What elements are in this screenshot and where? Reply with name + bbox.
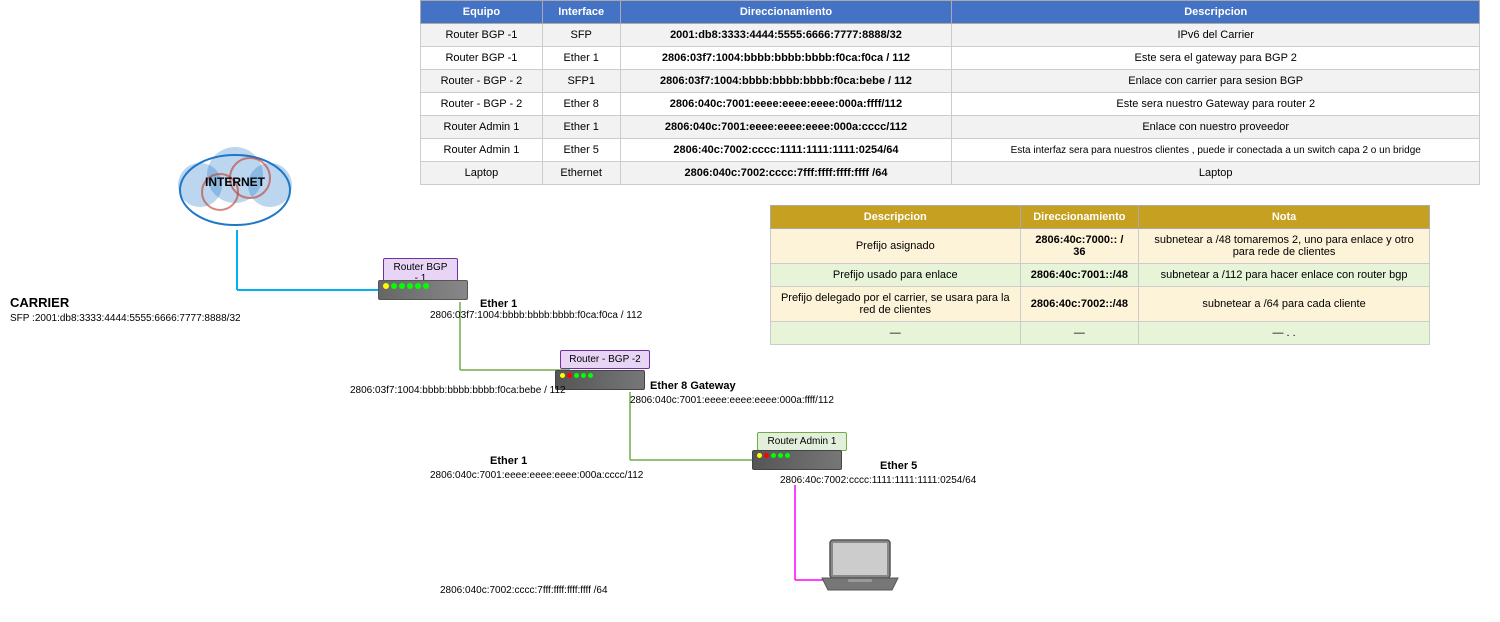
- lower-cell-nota: subnetear a /112 para hacer enlace con r…: [1139, 264, 1430, 287]
- ether8-label: Ether 8 Gateway: [650, 380, 736, 392]
- table-cell-equipo: Router BGP -1: [421, 47, 543, 70]
- col-equipo: Equipo: [421, 1, 543, 24]
- table-cell-descripcion: Este sera nuestro Gateway para router 2: [952, 93, 1480, 116]
- router-bgp2-icon: [555, 370, 645, 390]
- ether1-admin1-addr: 2806:040c:7001:eeee:eeee:eeee:000a:cccc/…: [430, 470, 643, 481]
- laptop-addr: 2806:040c:7002:cccc:7fff:ffff:ffff:ffff …: [440, 585, 608, 596]
- col-direccionamiento: Direccionamiento: [620, 1, 952, 24]
- table-row: Router Admin 1Ether 12806:040c:7001:eeee…: [421, 116, 1480, 139]
- table-cell-interface: Ether 1: [542, 47, 620, 70]
- table-cell-equipo: Laptop: [421, 162, 543, 185]
- table-cell-interface: SFP: [542, 24, 620, 47]
- table-cell-direccionamiento: 2806:03f7:1004:bbbb:bbbb:bbbb:f0ca:bebe …: [620, 70, 952, 93]
- router-admin1-icon: [752, 450, 842, 470]
- lower-cell-direccionamiento: 2806:40c:7002::/48: [1020, 287, 1139, 322]
- table-row: Router - BGP - 2Ether 82806:040c:7001:ee…: [421, 93, 1480, 116]
- table-cell-interface: Ether 8: [542, 93, 620, 116]
- lower-table-row: Prefijo delegado por el carrier, se usar…: [771, 287, 1430, 322]
- table-cell-equipo: Router Admin 1: [421, 139, 543, 162]
- carrier-label: CARRIER: [10, 295, 69, 310]
- router-bgp1-icon: [378, 280, 468, 300]
- table-cell-descripcion: Laptop: [952, 162, 1480, 185]
- table-cell-interface: Ethernet: [542, 162, 620, 185]
- lower-cell-nota: subnetear a /64 para cada cliente: [1139, 287, 1430, 322]
- ether1-bgp1-addr: 2806:03f7:1004:bbbb:bbbb:bbbb:f0ca:f0ca …: [430, 310, 642, 321]
- lower-table-row: Prefijo usado para enlace2806:40c:7001::…: [771, 264, 1430, 287]
- lower-cell-direccionamiento: —: [1020, 322, 1139, 345]
- table-cell-descripcion: Enlace con nuestro proveedor: [952, 116, 1480, 139]
- router-admin1-box: Router Admin 1: [757, 432, 847, 451]
- lower-cell-nota: — . .: [1139, 322, 1430, 345]
- table-cell-direccionamiento: 2806:40c:7002:cccc:1111:1111:1111:0254/6…: [620, 139, 952, 162]
- table-cell-equipo: Router - BGP - 2: [421, 70, 543, 93]
- carrier-sfp: SFP :2001:db8:3333:4444:5555:6666:7777:8…: [10, 313, 241, 324]
- lower-col-dir: Direccionamiento: [1020, 206, 1139, 229]
- table-cell-descripcion: Este sera el gateway para BGP 2: [952, 47, 1480, 70]
- table-cell-direccionamiento: 2806:040c:7002:cccc:7fff:ffff:ffff:ffff …: [620, 162, 952, 185]
- table-row: Router - BGP - 2SFP12806:03f7:1004:bbbb:…: [421, 70, 1480, 93]
- lower-col-nota: Nota: [1139, 206, 1430, 229]
- table-cell-interface: SFP1: [542, 70, 620, 93]
- table-cell-descripcion: Enlace con carrier para sesion BGP: [952, 70, 1480, 93]
- table-row: Router Admin 1Ether 52806:40c:7002:cccc:…: [421, 139, 1480, 162]
- ether8-addr: 2806:040c:7001:eeee:eeee:eeee:000a:ffff/…: [630, 395, 834, 406]
- lower-cell-direccionamiento: 2806:40c:7001::/48: [1020, 264, 1139, 287]
- sfp1-addr: 2806:03f7:1004:bbbb:bbbb:bbbb:f0ca:bebe …: [350, 385, 566, 396]
- table-cell-equipo: Router Admin 1: [421, 116, 543, 139]
- table-cell-descripcion: IPv6 del Carrier: [952, 24, 1480, 47]
- table-cell-direccionamiento: 2806:03f7:1004:bbbb:bbbb:bbbb:f0ca:f0ca …: [620, 47, 952, 70]
- lower-col-desc: Descripcion: [771, 206, 1021, 229]
- router-bgp2-box: Router - BGP -2: [560, 350, 650, 369]
- lower-table-row: ——— . .: [771, 322, 1430, 345]
- table-cell-direccionamiento: 2806:040c:7001:eeee:eeee:eeee:000a:cccc/…: [620, 116, 952, 139]
- table-cell-direccionamiento: 2806:040c:7001:eeee:eeee:eeee:000a:ffff/…: [620, 93, 952, 116]
- laptop-icon: [820, 535, 900, 598]
- lower-cell-nota: subnetear a /48 tomaremos 2, uno para en…: [1139, 229, 1430, 264]
- lower-cell-descripcion: Prefijo asignado: [771, 229, 1021, 264]
- table-row: Router BGP -1SFP2001:db8:3333:4444:5555:…: [421, 24, 1480, 47]
- table-row: LaptopEthernet2806:040c:7002:cccc:7fff:f…: [421, 162, 1480, 185]
- ether5-addr: 2806:40c:7002:cccc:1111:1111:1111:0254/6…: [780, 475, 976, 486]
- table-row: Router BGP -1Ether 12806:03f7:1004:bbbb:…: [421, 47, 1480, 70]
- internet-label: INTERNET: [170, 175, 300, 189]
- table-cell-descripcion: Esta interfaz sera para nuestros cliente…: [952, 139, 1480, 162]
- lower-cell-descripcion: —: [771, 322, 1021, 345]
- internet-cloud: INTERNET: [170, 140, 300, 233]
- main-table: Equipo Interface Direccionamiento Descri…: [420, 0, 1480, 185]
- main-table-section: Equipo Interface Direccionamiento Descri…: [420, 0, 1480, 185]
- ether1-admin1-label: Ether 1: [490, 455, 527, 467]
- lower-table: Descripcion Direccionamiento Nota Prefij…: [770, 205, 1430, 345]
- lower-cell-descripcion: Prefijo delegado por el carrier, se usar…: [771, 287, 1021, 322]
- table-cell-equipo: Router BGP -1: [421, 24, 543, 47]
- lower-cell-direccionamiento: 2806:40c:7000:: / 36: [1020, 229, 1139, 264]
- table-cell-interface: Ether 5: [542, 139, 620, 162]
- ether1-bgp1-label: Ether 1: [480, 298, 517, 310]
- col-descripcion: Descripcion: [952, 1, 1480, 24]
- table-cell-direccionamiento: 2001:db8:3333:4444:5555:6666:7777:8888/3…: [620, 24, 952, 47]
- lower-table-row: Prefijo asignado2806:40c:7000:: / 36subn…: [771, 229, 1430, 264]
- ether5-label: Ether 5: [880, 460, 917, 472]
- table-cell-interface: Ether 1: [542, 116, 620, 139]
- col-interface: Interface: [542, 1, 620, 24]
- table-cell-equipo: Router - BGP - 2: [421, 93, 543, 116]
- lower-cell-descripcion: Prefijo usado para enlace: [771, 264, 1021, 287]
